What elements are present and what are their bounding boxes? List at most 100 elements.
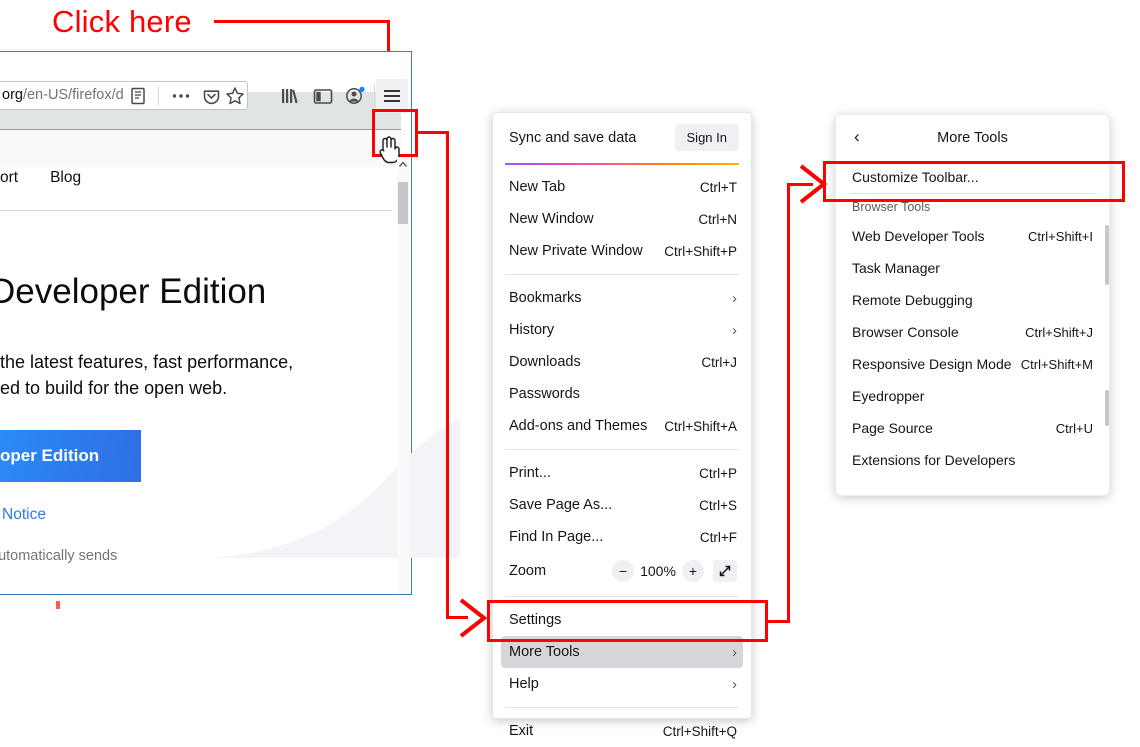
menu-item-new-private-window[interactable]: New Private Window Ctrl+Shift+P xyxy=(493,235,751,267)
menu-item-shortcut: Ctrl+J xyxy=(701,354,737,370)
submenu-item-remote-debugging[interactable]: Remote Debugging xyxy=(836,284,1109,316)
hamburger-menu-icon[interactable] xyxy=(376,79,408,113)
bookmark-star-icon[interactable] xyxy=(222,83,248,109)
chevron-right-icon: › xyxy=(732,675,737,693)
submenu-item-eyedropper[interactable]: Eyedropper xyxy=(836,380,1109,412)
scrollbar-up-arrow-icon[interactable] xyxy=(398,158,408,172)
submenu-item-shortcut: Ctrl+Shift+J xyxy=(1025,324,1093,340)
pocket-icon[interactable] xyxy=(198,83,224,109)
annotation-connector-2-vertical xyxy=(446,131,449,619)
chevron-right-icon: › xyxy=(732,643,737,661)
menu-item-label: Exit xyxy=(509,723,534,739)
chevron-right-icon: › xyxy=(732,289,737,307)
menu-separator xyxy=(505,449,739,450)
menu-item-shortcut: Ctrl+S xyxy=(699,497,737,513)
submenu-item-label: Eyedropper xyxy=(852,388,925,404)
more-tools-highlight-box xyxy=(487,600,768,642)
submenu-item-browser-console[interactable]: Browser Console Ctrl+Shift+J xyxy=(836,316,1109,348)
menu-item-shortcut: Ctrl+Shift+A xyxy=(664,418,737,434)
menu-item-label: New Window xyxy=(509,211,594,227)
sync-and-save-row[interactable]: Sync and save data Sign In xyxy=(493,119,751,159)
urlbar-separator xyxy=(158,86,159,105)
menu-item-help[interactable]: Help › xyxy=(493,668,751,700)
sync-gradient-divider xyxy=(505,163,739,165)
menu-item-shortcut: Ctrl+F xyxy=(699,529,737,545)
menu-item-label: Add-ons and Themes xyxy=(509,418,648,434)
customize-toolbar-highlight-box xyxy=(823,161,1125,202)
menu-item-shortcut: Ctrl+P xyxy=(699,465,737,481)
submenu-item-web-developer-tools[interactable]: Web Developer Tools Ctrl+Shift+I xyxy=(836,220,1109,252)
menu-item-label: Downloads xyxy=(509,354,581,370)
menu-item-new-window[interactable]: New Window Ctrl+N xyxy=(493,203,751,235)
submenu-item-shortcut: Ctrl+U xyxy=(1055,420,1093,436)
sign-in-button[interactable]: Sign In xyxy=(674,124,739,151)
menu-item-label: Find In Page... xyxy=(509,529,604,545)
page-nav-item-0[interactable]: ort xyxy=(0,169,18,186)
menu-item-history[interactable]: History › xyxy=(493,314,751,346)
menu-item-label: New Tab xyxy=(509,179,566,195)
menu-item-passwords[interactable]: Passwords xyxy=(493,378,751,410)
back-chevron-icon[interactable]: ‹ xyxy=(854,127,860,147)
menu-item-new-tab[interactable]: New Tab Ctrl+T xyxy=(493,171,751,203)
sidebar-icon[interactable] xyxy=(310,83,336,109)
menu-item-addons-and-themes[interactable]: Add-ons and Themes Ctrl+Shift+A xyxy=(493,410,751,442)
hero-note-text: automatically sends xyxy=(0,548,118,564)
menu-item-print[interactable]: Print... Ctrl+P xyxy=(493,457,751,489)
menu-item-zoom: Zoom − 100% + xyxy=(493,553,751,589)
submenu-item-label: Extensions for Developers xyxy=(852,452,1016,468)
submenu-item-label: Web Developer Tools xyxy=(852,228,985,244)
page-nav-item-1[interactable]: Blog xyxy=(50,169,81,186)
menu-item-downloads[interactable]: Downloads Ctrl+J xyxy=(493,346,751,378)
submenu-item-extensions-for-developers[interactable]: Extensions for Developers xyxy=(836,444,1109,476)
menu-item-shortcut: Ctrl+Shift+Q xyxy=(662,723,737,739)
hero-subtitle-line-1: t the latest features, fast performance, xyxy=(0,352,294,372)
subpanel-scrollbar-thumb-bottom[interactable] xyxy=(1105,390,1109,426)
menu-item-label: Bookmarks xyxy=(509,290,582,306)
library-icon[interactable] xyxy=(277,83,303,109)
menu-item-label: History xyxy=(509,322,555,338)
url-domain-part: org xyxy=(2,87,23,103)
hero-subtitle: t the latest features, fast performance,… xyxy=(0,349,293,401)
menu-item-save-page-as[interactable]: Save Page As... Ctrl+S xyxy=(493,489,751,521)
scrollbar-thumb[interactable] xyxy=(398,182,408,224)
submenu-item-page-source[interactable]: Page Source Ctrl+U xyxy=(836,412,1109,444)
account-icon[interactable] xyxy=(342,83,368,109)
page-divider xyxy=(0,210,392,211)
chevron-right-icon: › xyxy=(732,321,737,339)
click-here-annotation-label: Click here xyxy=(52,4,192,39)
menu-item-shortcut: Ctrl+T xyxy=(699,179,737,195)
subpanel-header: ‹ More Tools xyxy=(836,115,1109,161)
annotation-connector-1-horizontal xyxy=(214,20,390,23)
hero-download-button[interactable]: oper Edition xyxy=(0,430,141,482)
sync-label: Sync and save data xyxy=(509,130,637,146)
menu-item-bookmarks[interactable]: Bookmarks › xyxy=(493,282,751,314)
menu-item-label: Print... xyxy=(509,465,551,481)
subpanel-title: More Tools xyxy=(937,130,1008,146)
subpanel-scrollbar-thumb-top[interactable] xyxy=(1105,225,1109,285)
menu-item-label: New Private Window xyxy=(509,243,643,259)
zoom-out-button[interactable]: − xyxy=(612,560,634,582)
hero-subtitle-line-2: eed to build for the open web. xyxy=(0,378,228,398)
hero-title: Developer Edition xyxy=(0,272,267,311)
menu-item-exit[interactable]: Exit Ctrl+Shift+Q xyxy=(493,715,751,747)
fullscreen-expand-icon[interactable] xyxy=(713,560,737,582)
reader-view-icon[interactable] xyxy=(125,83,151,109)
zoom-in-button[interactable]: + xyxy=(682,560,704,582)
menu-item-find-in-page[interactable]: Find In Page... Ctrl+F xyxy=(493,521,751,553)
menu-item-shortcut: Ctrl+N xyxy=(698,211,737,227)
submenu-item-responsive-design-mode[interactable]: Responsive Design Mode Ctrl+Shift+M xyxy=(836,348,1109,380)
privacy-notice-link[interactable]: y Notice xyxy=(0,506,46,524)
submenu-item-label: Remote Debugging xyxy=(852,292,973,308)
page-actions-dots-icon[interactable] xyxy=(168,83,194,109)
submenu-item-shortcut: Ctrl+Shift+M xyxy=(1020,356,1093,372)
navigation-toolbar xyxy=(0,129,401,167)
menu-item-label: Save Page As... xyxy=(509,497,613,513)
submenu-item-label: Page Source xyxy=(852,420,933,436)
zoom-label: Zoom xyxy=(509,563,547,579)
menu-item-label: Help xyxy=(509,676,539,692)
submenu-item-task-manager[interactable]: Task Manager xyxy=(836,252,1109,284)
page-site-nav[interactable]: ort Blog xyxy=(0,169,113,187)
zoom-level-value: 100% xyxy=(640,563,676,579)
menu-separator xyxy=(505,596,739,597)
submenu-item-shortcut: Ctrl+Shift+I xyxy=(1027,228,1093,244)
